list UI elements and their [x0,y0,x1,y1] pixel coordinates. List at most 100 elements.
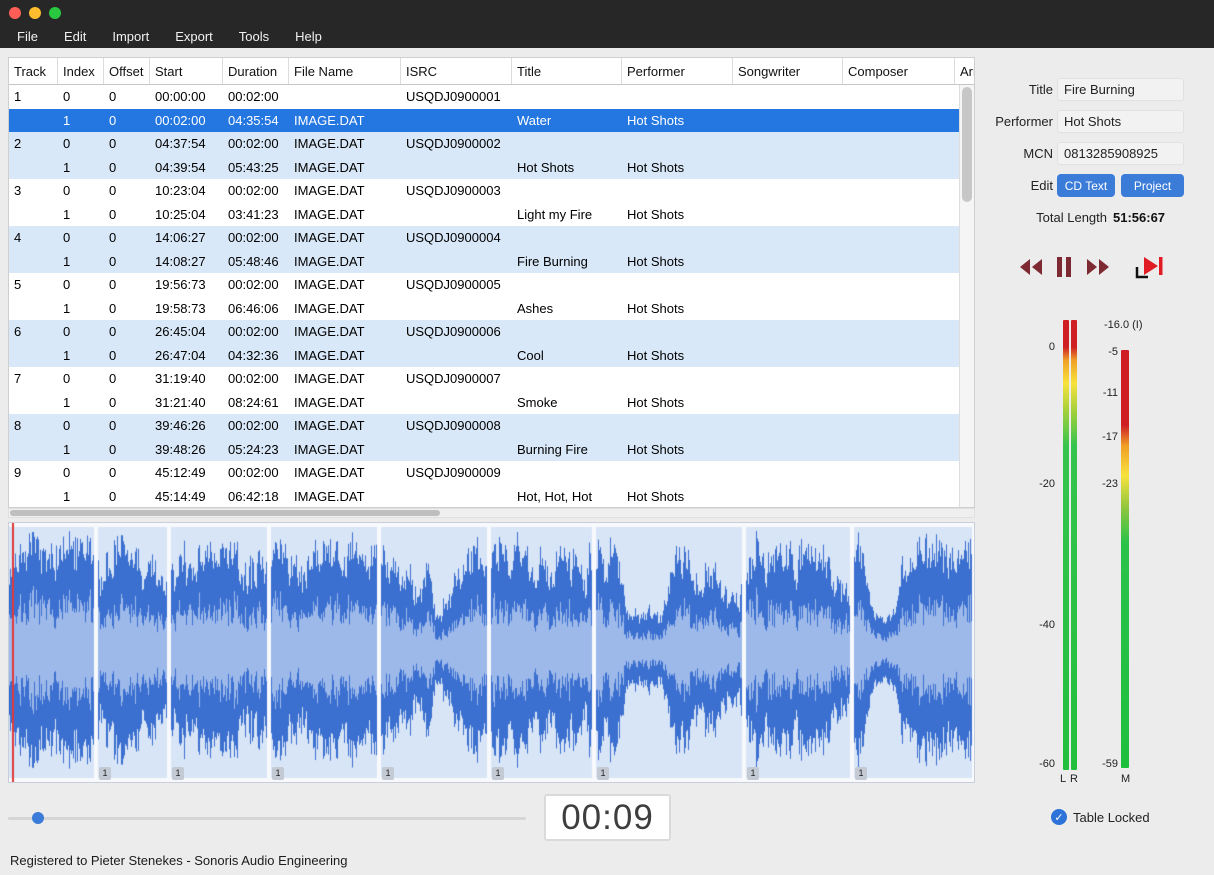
table-row[interactable]: 30010:23:0400:02:00IMAGE.DATUSQDJ0900003 [9,179,974,203]
table-row[interactable]: 1014:08:2705:48:46IMAGE.DATFire BurningH… [9,250,974,274]
minimize-window-button[interactable] [29,7,41,19]
table-cell: IMAGE.DAT [289,160,401,175]
table-cell: 0 [104,89,150,104]
table-cell: 8 [9,418,58,433]
column-header-arr[interactable]: Arr [955,58,975,84]
waveform-canvas[interactable] [9,523,974,782]
table-row[interactable]: 10000:00:0000:02:00USQDJ0900001 [9,85,974,109]
table-row[interactable]: 20004:37:5400:02:00IMAGE.DATUSQDJ0900002 [9,132,974,156]
waveform-area[interactable]: 11111111 [8,522,975,783]
table-row[interactable]: 1026:47:0404:32:36IMAGE.DATCoolHot Shots [9,344,974,368]
table-cell: Light my Fire [512,207,622,222]
table-cell: 1 [58,160,104,175]
table-row[interactable]: 1039:48:2605:24:23IMAGE.DATBurning FireH… [9,438,974,462]
table-cell: 00:02:00 [223,230,289,245]
menu-import[interactable]: Import [99,25,162,48]
table-row[interactable]: 1004:39:5405:43:25IMAGE.DATHot ShotsHot … [9,156,974,180]
table-cell: USQDJ0900005 [401,277,512,292]
table-cell: 0 [104,465,150,480]
table-body: 10000:00:0000:02:00USQDJ09000011000:02:0… [9,85,974,508]
lr-scale-label: -40 [1025,619,1055,631]
table-cell: IMAGE.DAT [289,277,401,292]
table-cell: 1 [58,113,104,128]
menu-export[interactable]: Export [162,25,226,48]
table-row[interactable]: 1045:14:4906:42:18IMAGE.DATHot, Hot, Hot… [9,485,974,509]
menu-tools[interactable]: Tools [226,25,282,48]
rewind-button[interactable] [1018,257,1044,277]
table-cell: IMAGE.DAT [289,465,401,480]
index-marker: 1 [99,767,111,780]
loudness-meter [1121,350,1129,768]
performer-field[interactable]: Hot Shots [1057,110,1184,133]
table-cell: IMAGE.DAT [289,183,401,198]
column-header-title[interactable]: Title [512,58,622,84]
table-cell: Burning Fire [512,442,622,457]
table-locked-indicator[interactable]: ✓ Table Locked [1051,809,1150,825]
table-cell: Hot Shots [512,160,622,175]
table-cell: USQDJ0900001 [401,89,512,104]
title-field[interactable]: Fire Burning [1057,78,1184,101]
table-row[interactable]: 1019:58:7306:46:06IMAGE.DATAshesHot Shot… [9,297,974,321]
table-cell: 45:12:49 [150,465,223,480]
column-header-isrc[interactable]: ISRC [401,58,512,84]
table-cell: 0 [58,277,104,292]
column-header-offset[interactable]: Offset [104,58,150,84]
table-cell: 2 [9,136,58,151]
table-row[interactable]: 70031:19:4000:02:00IMAGE.DATUSQDJ0900007 [9,367,974,391]
column-header-composer[interactable]: Composer [843,58,955,84]
table-row[interactable]: 40014:06:2700:02:00IMAGE.DATUSQDJ0900004 [9,226,974,250]
pause-button[interactable] [1056,256,1072,278]
vertical-scrollbar[interactable] [959,85,974,508]
fast-forward-button[interactable] [1085,257,1111,277]
menu-edit[interactable]: Edit [51,25,99,48]
table-cell: 0 [58,465,104,480]
column-header-songwriter[interactable]: Songwriter [733,58,843,84]
table-cell: IMAGE.DAT [289,254,401,269]
play-to-end-button[interactable] [1135,254,1165,280]
table-locked-label: Table Locked [1073,810,1150,825]
table-row[interactable]: 50019:56:7300:02:00IMAGE.DATUSQDJ0900005 [9,273,974,297]
table-cell: 0 [58,371,104,386]
column-header-performer[interactable]: Performer [622,58,733,84]
project-button[interactable]: Project [1121,174,1184,197]
position-slider-track[interactable] [8,817,526,820]
cd-text-button[interactable]: CD Text [1057,174,1115,197]
table-cell: 45:14:49 [150,489,223,504]
table-cell: IMAGE.DAT [289,301,401,316]
table-row[interactable]: 80039:46:2600:02:00IMAGE.DATUSQDJ0900008 [9,414,974,438]
table-row-selected[interactable]: 1000:02:0004:35:54IMAGE.DATWaterHot Shot… [9,109,974,133]
table-cell: 0 [104,371,150,386]
column-header-track[interactable]: Track [9,58,58,84]
table-cell: 00:02:00 [223,324,289,339]
index-marker: 1 [172,767,184,780]
zoom-window-button[interactable] [49,7,61,19]
table-cell: 0 [104,395,150,410]
mcn-field[interactable]: 0813285908925 [1057,142,1184,165]
table-row[interactable]: 1010:25:0403:41:23IMAGE.DATLight my Fire… [9,203,974,227]
table-cell: Fire Burning [512,254,622,269]
table-cell: 19:56:73 [150,277,223,292]
table-cell: 31:21:40 [150,395,223,410]
total-length-value: 51:56:67 [1113,210,1165,225]
table-row[interactable]: 90045:12:4900:02:00IMAGE.DATUSQDJ0900009 [9,461,974,485]
edit-label: Edit [983,174,1053,197]
m-scale-label: -17 [1080,431,1118,443]
column-header-duration[interactable]: Duration [223,58,289,84]
close-window-button[interactable] [9,7,21,19]
menu-help[interactable]: Help [282,25,335,48]
column-header-file-name[interactable]: File Name [289,58,401,84]
column-header-index[interactable]: Index [58,58,104,84]
vertical-scrollbar-thumb[interactable] [962,87,972,202]
index-marker: 1 [597,767,609,780]
horizontal-scrollbar[interactable] [8,508,975,518]
track-table: TrackIndexOffsetStartDurationFile NameIS… [8,57,975,508]
column-header-start[interactable]: Start [150,58,223,84]
table-cell: 39:46:26 [150,418,223,433]
table-cell: USQDJ0900007 [401,371,512,386]
position-slider-handle[interactable] [32,812,44,824]
horizontal-scrollbar-thumb[interactable] [10,510,440,516]
table-cell: IMAGE.DAT [289,371,401,386]
table-row[interactable]: 60026:45:0400:02:00IMAGE.DATUSQDJ0900006 [9,320,974,344]
table-row[interactable]: 1031:21:4008:24:61IMAGE.DATSmokeHot Shot… [9,391,974,415]
menu-file[interactable]: File [4,25,51,48]
